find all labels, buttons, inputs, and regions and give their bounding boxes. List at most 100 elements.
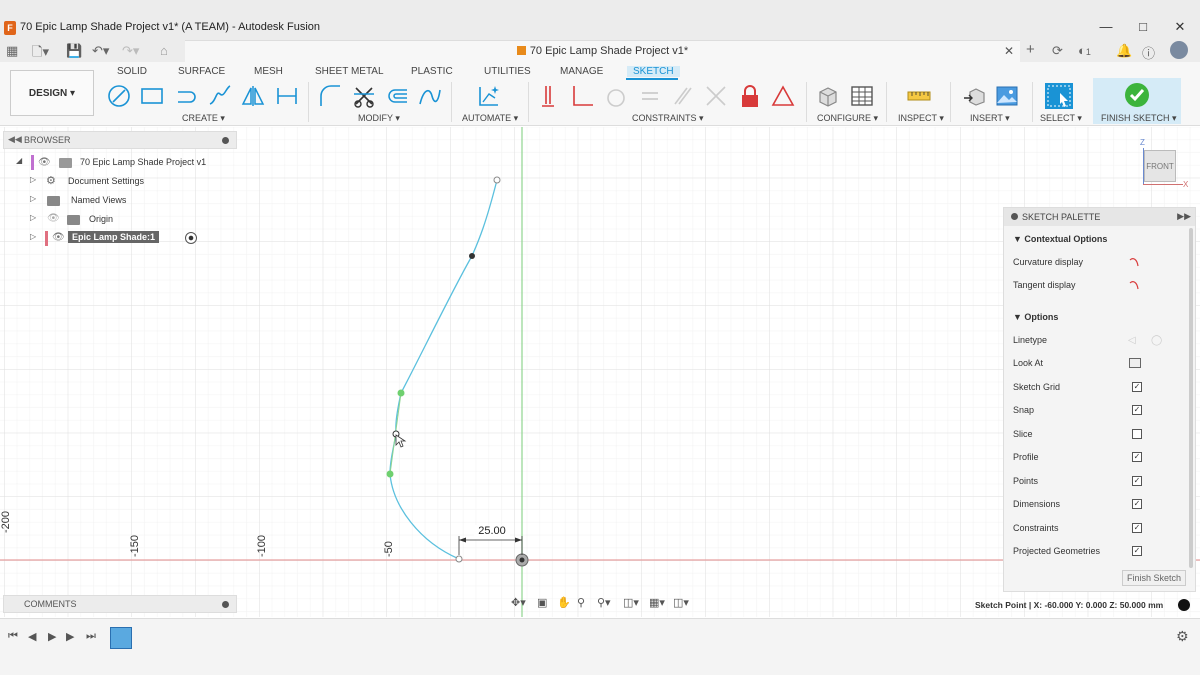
offset-tool-icon[interactable]	[385, 84, 409, 108]
slice-checkbox[interactable]	[1132, 429, 1142, 439]
home-icon[interactable]: ⌂	[160, 43, 168, 58]
document-tab[interactable]: 70 Epic Lamp Shade Project v1* ✕	[185, 40, 1020, 62]
tab-solid[interactable]: SOLID	[117, 66, 147, 77]
browser-item-root[interactable]: ◢ 👁 70 Epic Lamp Shade Project v1	[16, 155, 236, 171]
browser-item-origin[interactable]: ▷ 👁 Origin	[30, 212, 230, 228]
new-tab-icon[interactable]: +	[1026, 41, 1035, 58]
fillet-tool-icon[interactable]	[318, 84, 342, 108]
mirror-tool-icon[interactable]	[241, 84, 265, 108]
grid-settings-icon[interactable]: ▦▾	[649, 596, 665, 609]
go-to-start-icon[interactable]: ⏮	[8, 630, 18, 643]
display-settings-icon[interactable]: ◫▾	[623, 596, 639, 609]
notifications-icon[interactable]: 🔔	[1116, 43, 1132, 59]
tangent-constraint-icon[interactable]	[604, 84, 628, 108]
visibility-eye-icon[interactable]: 👁	[52, 232, 65, 243]
go-to-end-icon[interactable]: ⏭	[86, 630, 96, 643]
play-icon[interactable]: ▶	[48, 630, 56, 643]
sketch-palette-header[interactable]: SKETCH PALETTE ▶▶	[1004, 208, 1195, 226]
collapse-arrow-icon[interactable]: ◢	[16, 156, 22, 165]
browser-item-document-settings[interactable]: ▷ ⚙ Document Settings	[30, 174, 230, 190]
curvature-display-icon[interactable]	[1128, 256, 1140, 268]
redo-icon[interactable]: ↷▾	[122, 43, 139, 59]
palette-pin-icon[interactable]	[1011, 213, 1018, 220]
contextual-options-header[interactable]: ▼ Contextual Options	[1013, 234, 1107, 244]
hidden-eye-icon[interactable]: 👁	[47, 213, 60, 224]
snap-checkbox[interactable]: ✓	[1132, 405, 1142, 415]
linetype-centerline-icon[interactable]: ◯	[1151, 335, 1162, 346]
tab-manage[interactable]: MANAGE	[560, 66, 603, 77]
inspect-group-label[interactable]: INSPECT ▾	[898, 113, 944, 124]
timeline-settings-icon[interactable]: ⚙	[1176, 628, 1189, 645]
browser-item-active-component[interactable]: ▷ 👁 Epic Lamp Shade:1	[30, 231, 230, 247]
measure-tool-icon[interactable]	[907, 84, 931, 108]
expand-arrow-icon[interactable]: ▷	[30, 194, 36, 203]
comments-panel-header[interactable]: COMMENTS	[3, 595, 237, 613]
expand-arrow-icon[interactable]: ▷	[30, 232, 36, 241]
collinear-constraint-icon[interactable]	[704, 84, 728, 108]
insert-derive-icon[interactable]	[962, 84, 986, 108]
insert-group-label[interactable]: INSERT ▾	[970, 113, 1010, 124]
step-back-icon[interactable]: ◀	[28, 630, 36, 643]
tab-sketch[interactable]: SKETCH	[627, 66, 680, 77]
expand-palette-icon[interactable]: ▶▶	[1177, 211, 1191, 222]
job-status-icon[interactable]: ◐1	[1078, 43, 1091, 58]
app-grid-icon[interactable]: ▦	[6, 43, 18, 59]
activate-component-radio[interactable]	[185, 232, 197, 244]
maximize-button[interactable]: □	[1133, 19, 1153, 34]
circle-tool-icon[interactable]	[174, 84, 198, 108]
comments-pin-icon[interactable]	[222, 601, 229, 608]
palette-finish-sketch-button[interactable]: Finish Sketch	[1121, 570, 1186, 586]
configure-table-icon[interactable]	[850, 84, 874, 108]
modify-group-label[interactable]: MODIFY ▾	[358, 113, 400, 124]
trim-tool-icon[interactable]	[352, 84, 376, 108]
document-tab-close-icon[interactable]: ✕	[1004, 44, 1014, 58]
expand-arrow-icon[interactable]: ▷	[30, 213, 36, 222]
visibility-eye-icon[interactable]: 👁	[38, 157, 51, 168]
look-at-nav-icon[interactable]: ▣	[537, 596, 547, 609]
collapse-browser-icon[interactable]: ◀◀	[8, 134, 22, 145]
browser-item-named-views[interactable]: ▷ Named Views	[30, 193, 230, 209]
profile-checkbox[interactable]: ✓	[1132, 452, 1142, 462]
tab-mesh[interactable]: MESH	[254, 66, 283, 77]
create-group-label[interactable]: CREATE ▾	[182, 113, 225, 124]
insert-canvas-icon[interactable]	[995, 84, 1019, 108]
orbit-icon[interactable]: ✥▾	[511, 596, 526, 609]
step-forward-icon[interactable]: ▶	[66, 630, 74, 643]
configure-model-icon[interactable]	[816, 84, 840, 108]
look-at-icon[interactable]	[1129, 358, 1141, 368]
automate-group-label[interactable]: AUTOMATE ▾	[462, 113, 518, 124]
help-icon[interactable]: ⓘ	[1142, 43, 1155, 62]
close-button[interactable]: ✕	[1170, 19, 1190, 35]
configure-group-label[interactable]: CONFIGURE ▾	[817, 113, 878, 124]
display-mode-icon[interactable]	[1178, 599, 1190, 611]
undo-icon[interactable]: ↶▾	[92, 43, 109, 59]
user-avatar[interactable]	[1170, 41, 1188, 59]
viewports-icon[interactable]: ◫▾	[673, 596, 689, 609]
browser-panel-header[interactable]: ◀◀ BROWSER	[3, 131, 237, 149]
break-tool-icon[interactable]	[418, 84, 442, 108]
palette-scrollbar[interactable]	[1189, 228, 1193, 568]
automate-tool-icon[interactable]	[477, 84, 501, 108]
zoom-icon[interactable]: ⚲	[577, 596, 585, 609]
tab-plastic[interactable]: PLASTIC	[411, 66, 453, 77]
fit-icon[interactable]: ⚲▾	[597, 596, 611, 609]
spline-tool-icon[interactable]	[208, 84, 232, 108]
tab-surface[interactable]: SURFACE	[178, 66, 225, 77]
perpendicular-constraint-icon[interactable]	[571, 84, 595, 108]
parallel-constraint-icon[interactable]	[671, 84, 695, 108]
points-checkbox[interactable]: ✓	[1132, 476, 1142, 486]
tangent-display-icon[interactable]	[1128, 279, 1140, 291]
finish-sketch-button[interactable]: FINISH SKETCH ▾	[1093, 78, 1181, 124]
pan-hand-icon[interactable]: ✋	[557, 596, 571, 609]
save-icon[interactable]: 💾	[66, 43, 82, 59]
linetype-construction-icon[interactable]: ◁	[1128, 335, 1136, 346]
triangle-constraint-icon[interactable]	[771, 84, 795, 108]
tab-sheet-metal[interactable]: SHEET METAL	[315, 66, 384, 77]
constraints-group-label[interactable]: CONSTRAINTS ▾	[632, 113, 704, 124]
select-group-label[interactable]: SELECT ▾	[1040, 113, 1082, 124]
minimize-button[interactable]: —	[1096, 19, 1116, 34]
viewcube[interactable]: FRONT	[1144, 150, 1176, 182]
workspace-switcher[interactable]: DESIGN ▾	[10, 70, 94, 116]
tab-utilities[interactable]: UTILITIES	[484, 66, 531, 77]
line-tool-icon[interactable]	[107, 84, 131, 108]
